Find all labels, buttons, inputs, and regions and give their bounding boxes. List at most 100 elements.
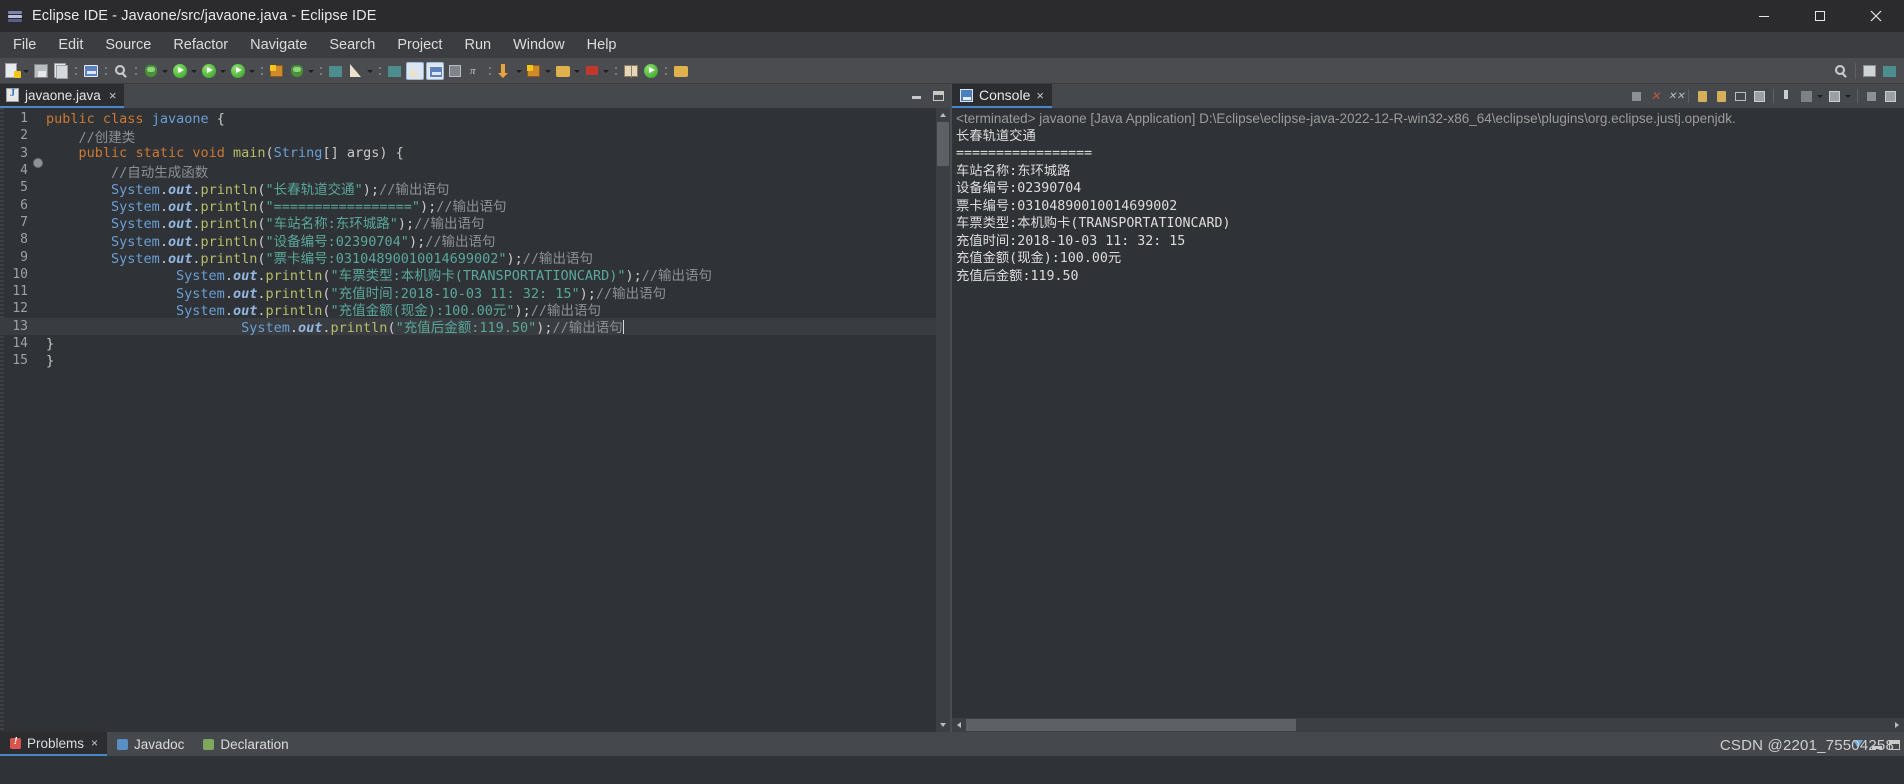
- scrollbar-thumb[interactable]: [937, 122, 949, 166]
- code-line[interactable]: 12 System.out.println("充值金额(现金):100.00元"…: [0, 300, 950, 319]
- new-file-dropdown-arrow[interactable]: [22, 62, 31, 80]
- table-view-icon[interactable]: [446, 62, 464, 80]
- tab-problems-close-icon[interactable]: ×: [91, 736, 98, 750]
- editor-maximize-icon[interactable]: [933, 91, 944, 101]
- code-line[interactable]: 1 public class javaone {: [0, 110, 950, 127]
- menu-refactor[interactable]: Refactor: [162, 34, 239, 57]
- quick-access-search-icon[interactable]: [1832, 62, 1850, 80]
- editor-minimize-icon[interactable]: [912, 91, 923, 101]
- save-icon[interactable]: [32, 62, 50, 80]
- editor-tab-close-icon[interactable]: ×: [109, 89, 117, 102]
- menu-help[interactable]: Help: [576, 34, 628, 57]
- new-package-icon[interactable]: [288, 62, 306, 80]
- pi-symbol-icon[interactable]: π: [466, 62, 484, 80]
- run-coverage-icon[interactable]: [229, 62, 247, 80]
- open-perspective-icon[interactable]: [1861, 62, 1879, 80]
- toolbar-handle[interactable]: [614, 62, 618, 80]
- code-line[interactable]: 13 System.out.println("充值后金额:119.50");//…: [0, 317, 950, 336]
- code-line[interactable]: 9 System.out.println("票卡编号:0310489001001…: [0, 248, 950, 268]
- next-annotation-dropdown-arrow[interactable]: [515, 62, 524, 80]
- open-console-dropdown-arrow[interactable]: [1844, 87, 1853, 105]
- forward-dropdown-arrow[interactable]: [602, 62, 611, 80]
- maximize-button[interactable]: [1792, 0, 1848, 32]
- console-tab[interactable]: Console ×: [952, 84, 1052, 108]
- outline-toggle-icon[interactable]: [426, 61, 444, 80]
- console-maximize-icon[interactable]: [1882, 88, 1899, 105]
- debug-icon[interactable]: [142, 62, 160, 80]
- toolbar-handle[interactable]: [319, 62, 323, 80]
- show-console-on-output-icon[interactable]: [1751, 88, 1768, 105]
- book-icon[interactable]: [622, 62, 640, 80]
- code-editor[interactable]: 1 public class javaone {2 //创建类 3 public s…: [0, 108, 950, 732]
- console-tab-close-icon[interactable]: ×: [1036, 88, 1044, 103]
- pin-console-icon[interactable]: [1779, 88, 1796, 105]
- tab-problems[interactable]: Problems ×: [0, 732, 108, 756]
- previous-edit-dropdown-arrow[interactable]: [544, 62, 553, 80]
- word-wrap-icon[interactable]: [1732, 88, 1749, 105]
- toolbar-handle[interactable]: [134, 62, 138, 80]
- open-console-icon[interactable]: [1826, 88, 1843, 105]
- clear-console-icon[interactable]: [1694, 88, 1711, 105]
- terminate-icon[interactable]: [1628, 88, 1645, 105]
- previous-edit-icon[interactable]: [525, 62, 543, 80]
- toolbar-handle[interactable]: [74, 62, 78, 80]
- code-line[interactable]: 14}: [0, 335, 950, 352]
- back-icon[interactable]: [554, 62, 572, 80]
- scroll-lock-icon[interactable]: [1713, 88, 1730, 105]
- new-package-dropdown-arrow[interactable]: [307, 62, 316, 80]
- open-type-icon[interactable]: [386, 62, 404, 80]
- scroll-left-arrow-icon[interactable]: [952, 718, 966, 732]
- new-java-project-icon[interactable]: [268, 62, 286, 80]
- forward-icon[interactable]: [583, 62, 601, 80]
- display-selected-console-dropdown-arrow[interactable]: [1816, 87, 1825, 105]
- code-line[interactable]: 3 public static void main(String[] args)…: [0, 145, 950, 169]
- menu-file[interactable]: File: [2, 34, 47, 57]
- console-minimize-icon[interactable]: [1863, 88, 1880, 105]
- console-scrollbar-thumb[interactable]: [966, 719, 1296, 731]
- run-icon[interactable]: [171, 62, 189, 80]
- run-coverage-dropdown-arrow[interactable]: [248, 62, 257, 80]
- toolbar-handle[interactable]: [378, 62, 382, 80]
- console-output[interactable]: <terminated> javaone [Java Application] …: [952, 108, 1904, 718]
- tab-javadoc[interactable]: Javadoc: [107, 732, 193, 756]
- menu-edit[interactable]: Edit: [47, 34, 94, 57]
- editor-pencil-icon[interactable]: [406, 61, 424, 80]
- run-dropdown-arrow[interactable]: [190, 62, 199, 80]
- scroll-right-arrow-icon[interactable]: [1890, 718, 1904, 732]
- undo-icon[interactable]: [112, 62, 130, 80]
- code-line[interactable]: 15}: [0, 352, 950, 369]
- code-line[interactable]: 5 System.out.println("长春轨道交通");//输出语句: [0, 179, 950, 198]
- scroll-down-arrow-icon[interactable]: [936, 718, 950, 732]
- code-line[interactable]: 8 System.out.println("设备编号:02390704");//…: [0, 231, 950, 250]
- menu-run[interactable]: Run: [453, 34, 502, 57]
- menu-source[interactable]: Source: [94, 34, 162, 57]
- menu-project[interactable]: Project: [386, 34, 453, 57]
- menu-search[interactable]: Search: [318, 34, 386, 57]
- code-line[interactable]: 7 System.out.println("车站名称:东环城路");//输出语句: [0, 214, 950, 233]
- console-horizontal-scrollbar[interactable]: [952, 718, 1904, 732]
- next-annotation-icon[interactable]: [496, 62, 514, 80]
- toolbar-handle[interactable]: [104, 62, 108, 80]
- run-external-dropdown-arrow[interactable]: [219, 62, 228, 80]
- menu-navigate[interactable]: Navigate: [239, 34, 318, 57]
- save-all-icon[interactable]: [52, 62, 70, 80]
- close-button[interactable]: [1848, 0, 1904, 32]
- menu-window[interactable]: Window: [502, 34, 576, 57]
- print-icon[interactable]: [82, 62, 100, 80]
- back-dropdown-arrow[interactable]: [573, 62, 582, 80]
- display-selected-console-icon[interactable]: [1798, 88, 1815, 105]
- toolbar-handle[interactable]: [260, 62, 264, 80]
- code-line[interactable]: 11 System.out.println("充值时间:2018-10-03 1…: [0, 283, 950, 302]
- debug-dropdown-arrow[interactable]: [161, 62, 170, 80]
- code-line[interactable]: 6 System.out.println("================="…: [0, 196, 950, 216]
- search-dropdown-arrow[interactable]: [366, 62, 375, 80]
- java-perspective-icon[interactable]: [1881, 62, 1899, 80]
- code-line[interactable]: 2 //创建类: [0, 127, 950, 146]
- search-icon[interactable]: [347, 62, 365, 80]
- terminate-all-icon[interactable]: ✕: [1647, 88, 1664, 105]
- editor-vertical-scrollbar[interactable]: [936, 108, 950, 732]
- editor-tab-javaone[interactable]: javaone.java ×: [0, 84, 125, 108]
- minimize-button[interactable]: [1736, 0, 1792, 32]
- new-file-icon[interactable]: [3, 62, 21, 80]
- toolbar-handle[interactable]: [664, 62, 668, 80]
